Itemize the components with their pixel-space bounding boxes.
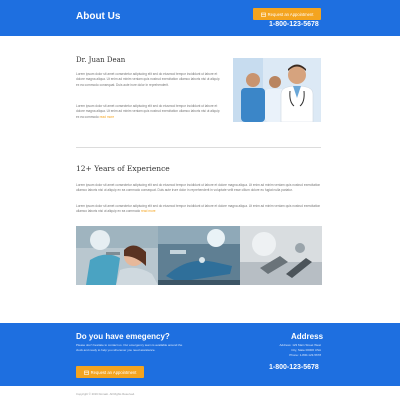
footer-request-appointment-label: Request an Appointment xyxy=(90,369,137,375)
gallery-image-dentist xyxy=(76,226,158,285)
footer-request-appointment-button[interactable]: Request an Appointment xyxy=(76,366,144,378)
doctor-bio-paragraph-1: Lorem ipsum dolor sit amet consectetur a… xyxy=(76,72,220,87)
gallery-image-dental-tools xyxy=(240,226,322,285)
header-phone[interactable]: 1-800-123-5678 xyxy=(269,21,319,28)
address-line-2: City, State 00000 USA xyxy=(291,348,321,352)
read-more-link[interactable]: read more xyxy=(100,115,115,119)
footer-phone[interactable]: 1-800-123-5678 xyxy=(269,364,319,371)
calendar-icon xyxy=(83,370,89,375)
address-line-1: Address: 123 Main Street West xyxy=(279,343,321,347)
gallery-image-dental-chair xyxy=(158,226,240,285)
experience-paragraph-1: Lorem ipsum dolor sit amet consectetur a… xyxy=(76,183,321,193)
request-appointment-label: Request an Appointment xyxy=(267,11,314,17)
experience-text: Lorem ipsum dolor sit amet consectetur a… xyxy=(76,204,321,214)
request-appointment-button[interactable]: Request an Appointment xyxy=(253,8,321,20)
doctor-bio-text: Lorem ipsum dolor sit amet consectetur a… xyxy=(76,104,220,119)
experience-paragraph-2: Lorem ipsum dolor sit amet consectetur a… xyxy=(76,204,321,215)
page-title: About Us xyxy=(76,11,121,22)
experience-read-more-link[interactable]: read more xyxy=(141,209,156,213)
address-title: Address xyxy=(291,332,324,341)
header-banner xyxy=(0,0,400,36)
doctor-bio-paragraph-2: Lorem ipsum dolor sit amet consectetur a… xyxy=(76,104,220,120)
doctors-team-photo xyxy=(233,58,321,122)
copyright-text: Copyright © 2016 Domain. All Rights Rese… xyxy=(76,392,135,396)
address-line-3: Phone: 1-800-123-5678 xyxy=(289,353,321,357)
doctor-name: Dr. Juan Dean xyxy=(76,56,126,64)
section-divider xyxy=(76,147,321,148)
doctors-illustration xyxy=(233,58,321,122)
emergency-text: Please don't hesitate to contact us. Our… xyxy=(76,343,183,352)
calendar-icon xyxy=(260,12,266,17)
emergency-title: Do you have emegency? xyxy=(76,332,170,341)
page: About Us Request an Appointment 1-800-12… xyxy=(0,0,400,400)
footer-banner xyxy=(0,323,400,386)
experience-title: 12+ Years of Experience xyxy=(76,164,170,173)
